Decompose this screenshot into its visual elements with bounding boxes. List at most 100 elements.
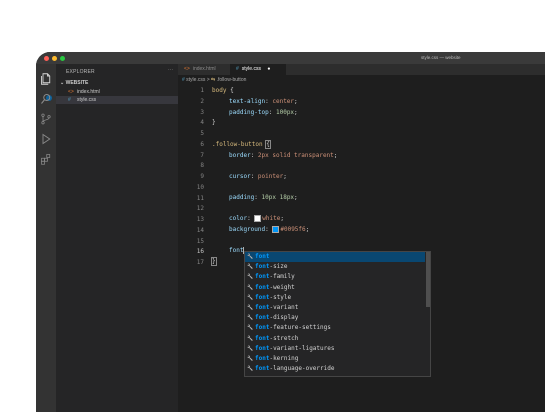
property-wrench-icon: 🔧: [247, 325, 254, 332]
code-line-17: }: [211, 257, 217, 266]
line-number: 10: [196, 183, 204, 191]
css-property: background: [229, 226, 266, 233]
tab-index-html[interactable]: <> index.html: [178, 64, 234, 75]
color-swatch[interactable]: [272, 226, 280, 233]
brace: {: [265, 140, 271, 149]
suggestion-item[interactable]: 🔧font-weight: [245, 283, 425, 293]
extensions-icon[interactable]: [40, 152, 52, 165]
property-wrench-icon: 🔧: [247, 345, 254, 352]
breadcrumb-file[interactable]: style.css: [186, 77, 205, 83]
brace: {: [226, 87, 234, 94]
breadcrumb: # style.css > ⇆ .follow-button: [182, 77, 246, 83]
explorer-sidebar: EXPLORER ··· ⌄ WEBSITE <> index.html # sty…: [56, 64, 178, 412]
suggestion-item[interactable]: 🔧font-feature-settings: [245, 323, 425, 333]
files-icon[interactable]: [40, 72, 52, 85]
suggestion-item[interactable]: 🔧font-size: [245, 262, 425, 272]
line-number: 8: [200, 162, 204, 170]
zoom-window-button[interactable]: [60, 56, 65, 61]
suggestion-match: font: [255, 293, 270, 301]
title-bar: style.css — website: [36, 52, 545, 64]
file-name: index.html: [77, 89, 100, 95]
css-property: text-align: [229, 98, 266, 105]
suggestion-scrollbar[interactable]: [426, 252, 430, 307]
suggestion-rest: -stretch: [269, 334, 299, 342]
suggestion-rest: -variant: [269, 304, 299, 311]
line-number: 14: [196, 226, 204, 234]
symbol-icon: ⇆: [211, 77, 216, 83]
suggestion-match: font: [255, 283, 270, 291]
property-wrench-icon: 🔧: [247, 356, 254, 362]
suggestion-item[interactable]: 🔧font-display: [245, 313, 425, 323]
suggestion-item[interactable]: 🔧font-variant-ligatures: [245, 344, 425, 354]
tab-label: index.html: [192, 66, 216, 72]
css-file-icon: #: [68, 97, 71, 103]
suggestion-rest: -language-override: [269, 365, 335, 373]
css-value: pointer: [257, 173, 284, 180]
code-line-2: text-align: center;: [229, 98, 298, 105]
suggestion-rest: -size: [269, 263, 288, 271]
property-wrench-icon: 🔧: [247, 254, 254, 260]
suggestion-match: font: [255, 253, 270, 260]
css-file-icon: #: [182, 77, 185, 83]
line-number: 2: [200, 97, 204, 105]
tab-style-css[interactable]: # style.css ●: [230, 64, 286, 75]
suggestion-item[interactable]: 🔧font-variant: [245, 303, 425, 313]
breadcrumb-separator: >: [206, 77, 210, 83]
property-wrench-icon: 🔧: [247, 294, 254, 301]
line-number: 4: [200, 119, 204, 127]
unsaved-dot-icon[interactable]: ●: [267, 66, 270, 72]
suggestion-item[interactable]: 🔧font-style: [245, 293, 425, 303]
property-wrench-icon: 🔧: [247, 305, 254, 311]
suggestion-item[interactable]: 🔧font-kerning: [245, 354, 425, 364]
suggestion-match: font: [255, 355, 270, 362]
suggestion-item[interactable]: 🔧font-stretch: [245, 334, 425, 344]
window-title: style.css — website: [421, 55, 461, 60]
file-item-style-css[interactable]: # style.css: [56, 96, 178, 104]
folder-website[interactable]: ⌄ WEBSITE: [60, 80, 88, 86]
suggestion-match: font: [255, 365, 270, 373]
line-number: 16: [196, 248, 204, 256]
suggestion-item[interactable]: 🔧font: [245, 252, 425, 263]
property-wrench-icon: 🔧: [247, 315, 254, 322]
activity-bar: [36, 64, 56, 412]
minimize-window-button[interactable]: [52, 56, 57, 61]
property-wrench-icon: 🔧: [247, 284, 254, 291]
search-icon[interactable]: [40, 92, 52, 104]
color-swatch[interactable]: [254, 215, 262, 222]
code-line-6: .follow-button {: [212, 140, 271, 149]
suggestion-match: font: [255, 334, 270, 342]
source-control-icon[interactable]: [40, 112, 52, 125]
suggestion-match: font: [255, 344, 270, 352]
css-property: padding: [229, 194, 255, 201]
explorer-title: EXPLORER: [66, 69, 95, 75]
suggestion-rest: -kerning: [269, 355, 299, 362]
css-property: border: [229, 152, 251, 159]
file-item-index-html[interactable]: <> index.html: [56, 88, 178, 96]
folder-name: WEBSITE: [65, 80, 89, 86]
css-property: cursor: [229, 173, 251, 180]
line-number: 3: [200, 108, 204, 116]
debug-icon[interactable]: [40, 132, 52, 145]
code-line-7: border: 2px solid transparent;: [229, 152, 338, 159]
tab-label: style.css: [241, 66, 261, 72]
property-wrench-icon: 🔧: [247, 366, 254, 373]
css-value: white: [262, 215, 281, 222]
more-actions-icon[interactable]: ···: [168, 67, 173, 73]
suggestion-item[interactable]: 🔧font-family: [245, 272, 425, 282]
file-name: style.css: [77, 97, 97, 103]
close-window-button[interactable]: [44, 56, 49, 61]
css-value: 100px: [275, 109, 295, 116]
line-number: 17: [196, 259, 204, 266]
line-number: 1: [200, 87, 204, 94]
line-number: 6: [200, 140, 204, 148]
breadcrumb-symbol[interactable]: .follow-button: [217, 77, 247, 83]
suggestion-match: font: [255, 324, 270, 332]
code-line-9: cursor: pointer;: [229, 173, 287, 180]
suggestion-item[interactable]: 🔧font-language-override: [245, 364, 425, 374]
line-number: 11: [196, 194, 204, 202]
css-property: color: [229, 215, 248, 222]
editor-tabs: <> index.html # style.css ●: [178, 64, 545, 75]
code-line-1: body {: [212, 87, 234, 94]
html-file-icon: <>: [68, 89, 74, 95]
code-line-13: color: white;: [229, 215, 284, 222]
